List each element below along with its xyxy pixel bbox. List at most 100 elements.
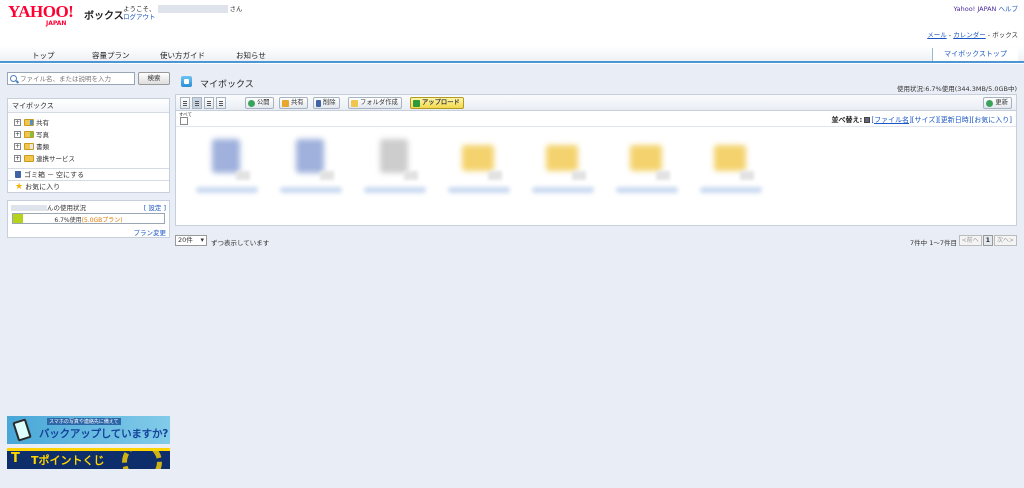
sort-by-name[interactable]: ファイル名 xyxy=(874,115,909,125)
plan-change-link[interactable]: プラン変更 xyxy=(134,229,167,237)
delete-button[interactable]: 削除 xyxy=(313,97,340,109)
sort-controls: 並べ替え: [ファイル名][サイズ][更新日時][お気に入り] xyxy=(831,115,1012,125)
tree-item-linked-services[interactable]: + 連携サービス xyxy=(14,152,169,164)
folder-tile[interactable] xyxy=(692,135,772,203)
refresh-label: 更新 xyxy=(995,99,1008,106)
usage-status: 使用状況:6.7%使用(344.3MB/5.0GB中) xyxy=(897,85,1017,93)
file-badge xyxy=(488,171,502,180)
trash-link[interactable]: ゴミ箱 xyxy=(24,170,45,180)
folder-tile[interactable] xyxy=(524,135,604,203)
file-name-redacted[interactable] xyxy=(280,187,342,193)
file-name-redacted[interactable] xyxy=(196,187,258,193)
search-input[interactable] xyxy=(20,74,132,84)
usage-settings-link[interactable]: [ 設定 ] xyxy=(144,202,166,212)
publish-label: 公開 xyxy=(257,99,270,106)
folder-icon xyxy=(714,145,746,171)
document-icon xyxy=(296,139,324,173)
welcome-suffix: さん xyxy=(229,5,243,13)
box-current-label: ボックス xyxy=(992,31,1018,39)
folder-icon xyxy=(24,154,34,162)
usage-header: んの使用状況 [ 設定 ] xyxy=(8,201,169,212)
sort-by-size[interactable]: サイズ xyxy=(915,115,936,125)
calendar-link[interactable]: カレンダー xyxy=(953,31,986,39)
search-button[interactable]: 検索 xyxy=(138,72,170,85)
file-badge xyxy=(404,171,418,180)
sidebar: 検索 マイボックス + 共有 + 写真 + 書類 + 連携サービス xyxy=(7,72,170,238)
file-tile[interactable] xyxy=(188,135,268,203)
file-tile[interactable] xyxy=(272,135,352,203)
file-name-redacted[interactable] xyxy=(700,187,762,193)
tree-item-label: 連携サービス xyxy=(36,155,75,163)
file-name-redacted[interactable] xyxy=(448,187,510,193)
logout-link[interactable]: ログアウト xyxy=(123,13,156,21)
title-row: マイボックス 使用状況:6.7%使用(344.3MB/5.0GB中) xyxy=(175,70,1017,94)
content-area: マイボックス 使用状況:6.7%使用(344.3MB/5.0GB中) 公開 共有… xyxy=(175,70,1017,250)
usage-title: んの使用状況 xyxy=(11,202,86,212)
expand-icon[interactable]: + xyxy=(14,142,21,150)
file-name-redacted[interactable] xyxy=(364,187,426,193)
current-page: 1 xyxy=(982,235,993,246)
per-page-select[interactable]: 20件 xyxy=(175,235,207,246)
refresh-button[interactable]: 更新 xyxy=(983,97,1012,109)
file-badge xyxy=(236,171,250,180)
refresh-icon xyxy=(986,99,994,107)
expand-icon[interactable]: + xyxy=(14,118,21,126)
folder-tile[interactable] xyxy=(440,135,520,203)
new-folder-button[interactable]: フォルダ作成 xyxy=(348,97,402,109)
expand-icon[interactable]: + xyxy=(14,154,21,162)
tpoint-logo: T xyxy=(11,451,20,466)
sort-by-favorite[interactable]: お気に入り xyxy=(974,115,1009,125)
publish-button[interactable]: 公開 xyxy=(245,97,274,109)
file-name-redacted[interactable] xyxy=(616,187,678,193)
mail-link[interactable]: メール xyxy=(927,31,947,39)
share-icon xyxy=(282,99,289,107)
file-tile[interactable] xyxy=(356,135,436,203)
tab-news[interactable]: お知らせ xyxy=(236,50,266,61)
list-view-button[interactable] xyxy=(180,97,190,109)
usage-plan: (5.0GBプラン) xyxy=(81,217,123,224)
empty-trash-link[interactable]: 空にする xyxy=(56,170,84,180)
select-all-checkbox[interactable] xyxy=(180,117,188,125)
upload-label: アップロード xyxy=(422,99,460,106)
thumbnail-view-button[interactable] xyxy=(216,97,226,109)
prev-page-button[interactable]: <前へ xyxy=(958,235,982,246)
header-links: Yahoo! JAPAN ヘルプ メール - カレンダー - ボックス xyxy=(927,5,1018,39)
next-page-button[interactable]: 次へ> xyxy=(993,235,1017,246)
star-icon: ★ xyxy=(15,181,24,192)
tpoint-lottery-banner[interactable]: T Tポイントくじ xyxy=(7,448,170,469)
help-link[interactable]: ヘルプ xyxy=(999,5,1019,13)
share-button[interactable]: 共有 xyxy=(279,97,308,109)
globe-icon xyxy=(248,99,255,107)
tree-item-documents[interactable]: + 書類 xyxy=(14,140,169,152)
sort-order-icon[interactable] xyxy=(864,117,871,123)
detail-view-button[interactable] xyxy=(204,97,214,109)
header: YAHOO! JAPAN ボックス ようこそ、 さん ログアウト Yahoo! J… xyxy=(0,0,1024,46)
welcome-prefix: ようこそ、 xyxy=(123,5,156,13)
file-name-redacted[interactable] xyxy=(532,187,594,193)
yahoo-logo[interactable]: YAHOO! JAPAN xyxy=(8,2,74,27)
favorites-row[interactable]: ★ お気に入り xyxy=(8,180,169,192)
username-redacted xyxy=(157,5,228,13)
sort-by-updated[interactable]: 更新日時 xyxy=(941,115,969,125)
icon-view-button[interactable] xyxy=(192,97,202,109)
backup-banner[interactable]: スマホの写真や連絡先に備えて バックアップしていますか? xyxy=(7,416,170,444)
folder-tile[interactable] xyxy=(608,135,688,203)
result-count: 7件中 1～7件目 xyxy=(910,239,957,247)
upload-button[interactable]: アップロード xyxy=(410,97,464,109)
tree-item-photos[interactable]: + 写真 xyxy=(14,128,169,140)
logo-text: YAHOO! xyxy=(8,2,74,21)
tab-capacity-plan[interactable]: 容量プラン xyxy=(92,50,130,61)
tree-item-shared[interactable]: + 共有 xyxy=(14,116,169,128)
usage-progress-text: 6.7%使用(5.0GBプラン) xyxy=(13,215,164,224)
expand-icon[interactable]: + xyxy=(14,130,21,138)
tab-usage-guide[interactable]: 使い方ガイド xyxy=(160,50,205,61)
tab-mybox-top[interactable]: マイボックストップ xyxy=(932,48,1018,61)
tab-top[interactable]: トップ xyxy=(32,50,55,61)
page-title: マイボックス xyxy=(200,80,254,90)
document-folder-icon xyxy=(24,142,34,150)
usage-percent: 6.7%使用 xyxy=(54,217,82,224)
yahoo-japan-link[interactable]: Yahoo! JAPAN xyxy=(954,5,997,13)
usage-title-suffix: んの使用状況 xyxy=(47,203,86,212)
tree-title[interactable]: マイボックス xyxy=(8,99,169,113)
favorites-label: お気に入り xyxy=(25,182,61,191)
